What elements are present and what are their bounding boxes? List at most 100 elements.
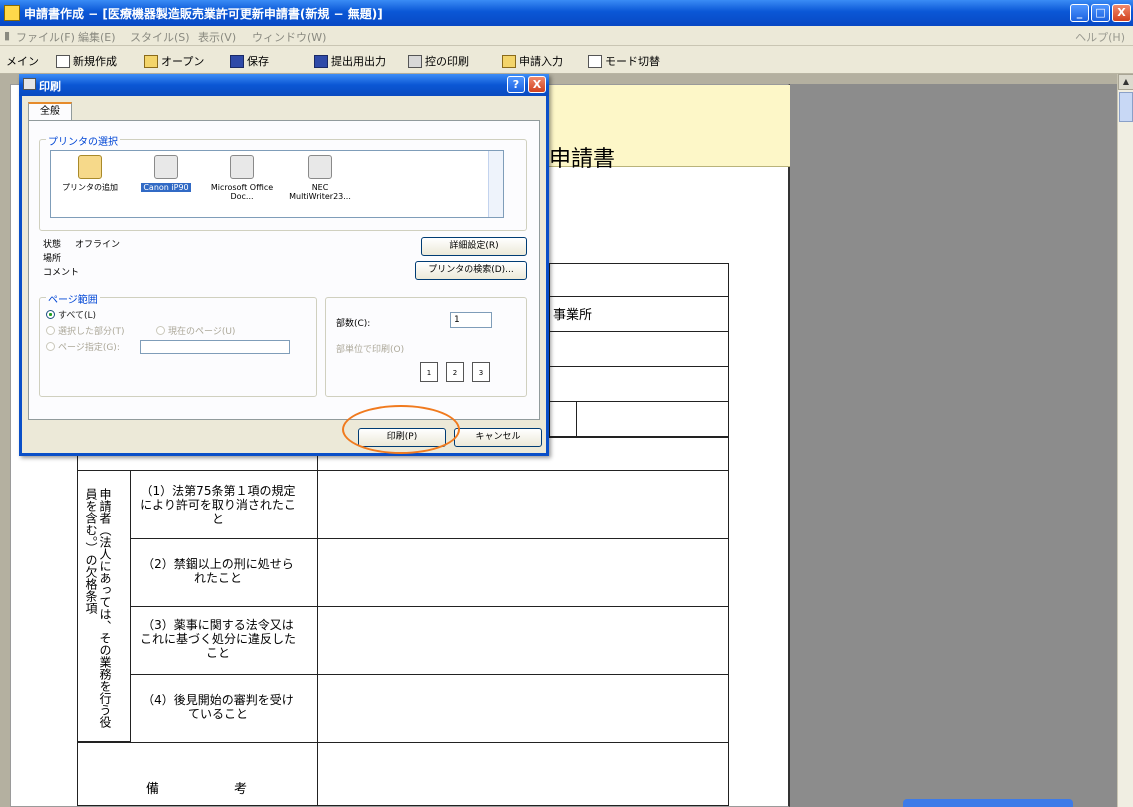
print-icon bbox=[408, 54, 422, 68]
item-4-text: （4）後見開始の審判を受けていること bbox=[142, 693, 294, 721]
highlight-ring bbox=[342, 405, 460, 454]
toolbar-export[interactable]: 提出用出力 bbox=[314, 52, 386, 70]
collate-checkbox[interactable]: 部単位で印刷(O) bbox=[336, 342, 404, 355]
toolbar-open[interactable]: オープン bbox=[144, 52, 204, 70]
maximize-button[interactable]: □ bbox=[1091, 4, 1110, 22]
form-cell[interactable] bbox=[549, 401, 577, 437]
printer-icon bbox=[154, 155, 178, 179]
toolbar-open-label: オープン bbox=[161, 55, 205, 68]
form-cell[interactable] bbox=[549, 331, 729, 367]
item-2-text: （2）禁錮以上の刑に処せられたこと bbox=[142, 557, 294, 585]
toolbar-main[interactable]: メイン bbox=[6, 52, 39, 70]
details-button[interactable]: 詳細設定(R) bbox=[421, 237, 527, 256]
menu-window[interactable]: ウィンドウ(W) bbox=[252, 29, 326, 45]
page-range-input[interactable] bbox=[140, 340, 290, 354]
collate-label: 部単位で印刷(O) bbox=[336, 345, 405, 355]
cancel-button[interactable]: キャンセル bbox=[454, 428, 542, 447]
radio-pages-label: ページ指定(G): bbox=[58, 343, 120, 353]
app-titlebar: 申請書作成 − [医療機器製造販売業許可更新申請書(新規 − 無題)] _ □ … bbox=[0, 0, 1133, 26]
save-icon bbox=[230, 54, 244, 68]
printer-list: プリンタの追加 Canon iP90 Microsoft Office Doc.… bbox=[50, 150, 504, 218]
toolbar-input[interactable]: 申請入力 bbox=[502, 52, 563, 70]
printer-nec[interactable]: NEC MultiWriter23... bbox=[285, 155, 355, 201]
scroll-thumb[interactable] bbox=[1119, 92, 1133, 122]
printer-nec-label: NEC MultiWriter23... bbox=[289, 183, 351, 201]
new-document-icon bbox=[56, 54, 70, 68]
menu-help[interactable]: ヘルプ(H) bbox=[1075, 29, 1125, 45]
radio-current-label: 現在のページ(U) bbox=[168, 327, 236, 337]
item-3-text: （3）薬事に関する法令又はこれに基づく処分に違反したこと bbox=[139, 618, 296, 660]
menu-view[interactable]: 表示(V) bbox=[198, 29, 236, 45]
tab-general[interactable]: 全般 bbox=[28, 102, 72, 120]
toolbar-mode[interactable]: モード切替 bbox=[588, 52, 660, 70]
printer-select-group: プリンタの選択 プリンタの追加 Canon iP90 Microsoft Off… bbox=[39, 133, 527, 231]
toolbar-new-label: 新規作成 bbox=[73, 55, 117, 68]
radio-selection-indicator bbox=[46, 326, 55, 335]
menu-file[interactable]: ファイル(F) bbox=[16, 29, 75, 45]
printer-canon-label: Canon iP90 bbox=[141, 183, 191, 192]
radio-current[interactable]: 現在のページ(U) bbox=[156, 324, 235, 337]
close-button[interactable]: X bbox=[1112, 4, 1131, 22]
radio-current-indicator bbox=[156, 326, 165, 335]
toolbar-new[interactable]: 新規作成 bbox=[56, 52, 117, 70]
remarks-field[interactable] bbox=[317, 742, 729, 806]
printer-canon[interactable]: Canon iP90 bbox=[131, 155, 201, 192]
print-dialog: 印刷 ? X 全般 プリンタの選択 プリンタの追加 Canon iP90 Mic… bbox=[19, 74, 549, 456]
remarks-label-1: 備 bbox=[146, 782, 160, 797]
menubar: ▮ ファイル(F) 編集(E) スタイル(S) 表示(V) ウィンドウ(W) ヘ… bbox=[0, 26, 1133, 46]
printer-list-scrollbar[interactable] bbox=[488, 151, 503, 217]
remarks-label-cell bbox=[77, 742, 318, 806]
comment-label: コメント bbox=[43, 268, 80, 278]
item-3-answer[interactable] bbox=[317, 606, 729, 675]
copies-group: 部数(C): 1 部単位で印刷(O) 1 2 3 bbox=[325, 297, 527, 397]
printer-ms-office[interactable]: Microsoft Office Doc... bbox=[207, 155, 277, 201]
app-icon bbox=[4, 5, 20, 21]
toolbar-print-copy-label: 控の印刷 bbox=[425, 55, 469, 68]
item-4-answer[interactable] bbox=[317, 674, 729, 743]
radio-selection-label: 選択した部分(T) bbox=[58, 327, 125, 337]
dialog-close-button[interactable]: X bbox=[528, 76, 546, 93]
export-icon bbox=[314, 54, 328, 68]
find-printer-button[interactable]: プリンタの検索(D)... bbox=[415, 261, 527, 280]
vertical-scrollbar[interactable]: ▲ bbox=[1117, 74, 1133, 807]
form-cell[interactable] bbox=[576, 401, 729, 437]
page-range-group: ページ範囲 すべて(L) 選択した部分(T) 現在のページ(U) ページ指定(G… bbox=[39, 291, 317, 397]
toolbar-save[interactable]: 保存 bbox=[230, 52, 269, 70]
add-printer-icon bbox=[78, 155, 102, 179]
cell-label-jigyosho: 事業所 bbox=[553, 308, 593, 323]
radio-all-label: すべて(L) bbox=[58, 311, 97, 321]
radio-selection[interactable]: 選択した部分(T) bbox=[46, 324, 125, 337]
status-label: 状態 bbox=[43, 240, 62, 250]
window-title: 申請書作成 − [医療機器製造販売業許可更新申請書(新規 − 無題)] bbox=[24, 7, 383, 21]
toolbar-print-copy[interactable]: 控の印刷 bbox=[408, 52, 469, 70]
location-label: 場所 bbox=[43, 254, 62, 264]
menu-edit[interactable]: 編集(E) bbox=[78, 29, 116, 45]
menu-style[interactable]: スタイル(S) bbox=[130, 29, 190, 45]
radio-all[interactable]: すべて(L) bbox=[46, 308, 96, 321]
dialog-help-button[interactable]: ? bbox=[507, 76, 525, 93]
document-backdrop bbox=[790, 84, 1125, 807]
toolbar-export-label: 提出用出力 bbox=[331, 55, 386, 68]
vertical-heading: 申請者（法人にあっては、その業務を行う役員を含む。）の欠格条項 bbox=[84, 488, 112, 728]
input-icon bbox=[502, 54, 516, 68]
document-title: 申請書 bbox=[549, 147, 616, 172]
printer-select-label: プリンタの選択 bbox=[46, 133, 120, 148]
form-cell[interactable] bbox=[549, 263, 729, 297]
item-2-answer[interactable] bbox=[317, 538, 729, 607]
radio-pages-indicator bbox=[46, 342, 55, 351]
remarks-label-2: 考 bbox=[234, 782, 248, 797]
collate-page-icon: 3 bbox=[472, 362, 490, 382]
form-cell[interactable] bbox=[549, 366, 729, 402]
copies-input[interactable]: 1 bbox=[450, 312, 492, 328]
menu-icon: ▮ bbox=[4, 29, 11, 42]
scroll-up-icon[interactable]: ▲ bbox=[1118, 74, 1133, 90]
printer-add[interactable]: プリンタの追加 bbox=[55, 155, 125, 192]
minimize-button[interactable]: _ bbox=[1070, 4, 1089, 22]
item-1-answer[interactable] bbox=[317, 470, 729, 539]
radio-pages[interactable]: ページ指定(G): bbox=[46, 340, 120, 353]
toolbar: メイン 新規作成 オープン 保存 提出用出力 控の印刷 申請入力 モード切替 bbox=[0, 46, 1133, 74]
mode-switch-icon bbox=[588, 54, 602, 68]
copies-label: 部数(C): bbox=[336, 319, 371, 329]
folder-icon bbox=[144, 54, 158, 68]
radio-all-indicator bbox=[46, 310, 55, 319]
